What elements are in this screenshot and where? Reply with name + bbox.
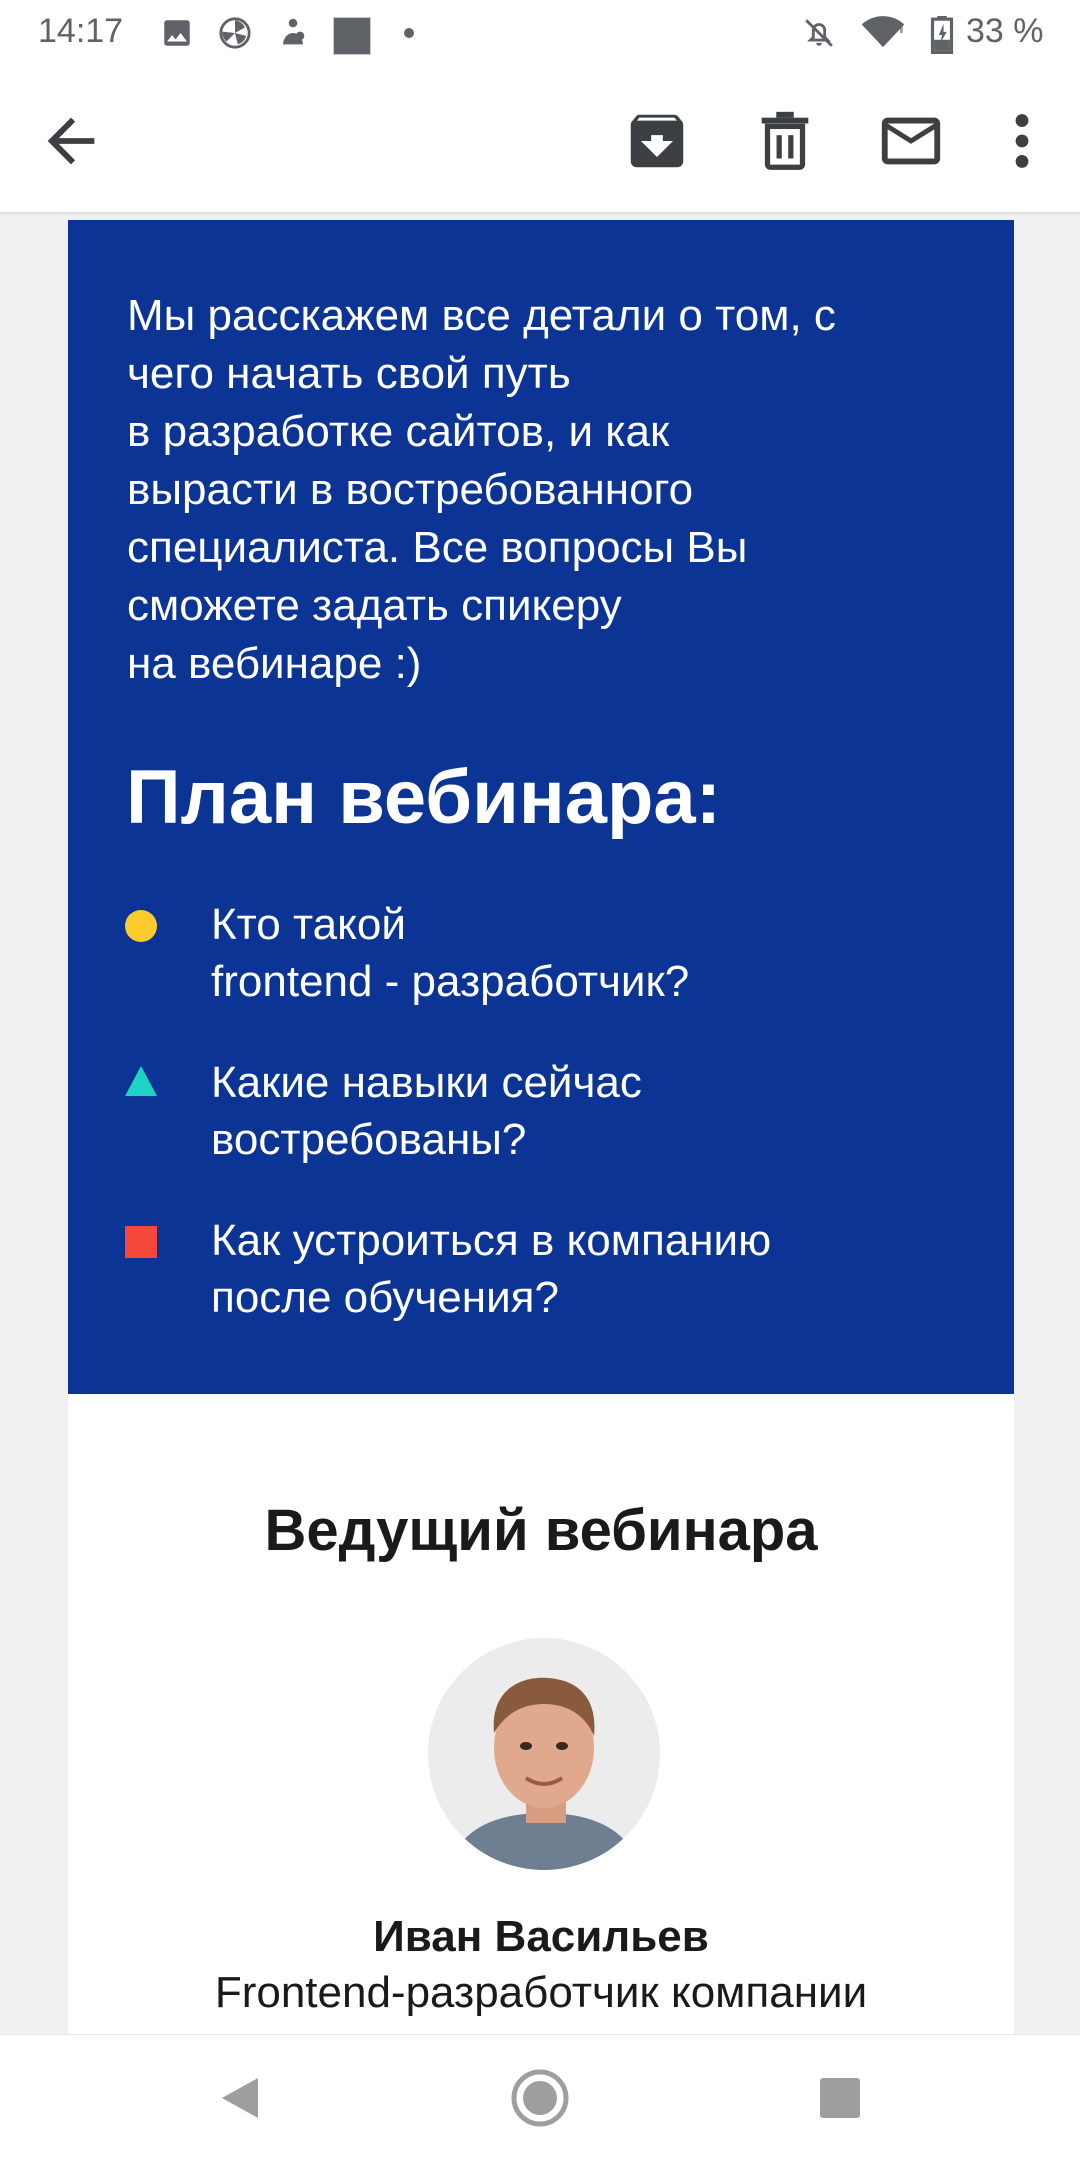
plan-item-line: востребованы? [211, 1115, 527, 1164]
battery-percentage: 33 % [966, 12, 1044, 50]
host-name: Иван Васильев [373, 1912, 709, 1961]
dot-icon [404, 28, 414, 38]
back-triangle-icon [210, 2078, 270, 2132]
delete-button[interactable] [750, 106, 820, 176]
email-scroll-area[interactable]: Мы расскажем все детали о том, с чего на… [0, 212, 1080, 2034]
status-bar: 14:17 33 % [0, 0, 1080, 70]
image-icon [160, 16, 194, 50]
host-avatar [428, 1638, 660, 1870]
more-vert-icon [1000, 106, 1044, 176]
pinwheel-icon [218, 16, 252, 50]
plan-item-text: Кто такой frontend - разработчик? [211, 896, 971, 1010]
delete-icon [750, 106, 820, 176]
intro-line: на вебинаре :) [127, 639, 422, 688]
plan-item-line: после обучения? [211, 1273, 559, 1322]
host-section-title: Ведущий вебинара [264, 1498, 818, 1563]
back-button[interactable] [36, 106, 106, 176]
nav-back-button[interactable] [210, 2068, 270, 2128]
system-nav-bar [0, 2034, 1080, 2160]
plan-item-text: Какие навыки сейчас востребованы? [211, 1054, 971, 1168]
teal-triangle-bullet-icon [125, 1066, 157, 1101]
archive-icon [622, 106, 692, 176]
archive-button[interactable] [622, 106, 692, 176]
intro-line: Мы расскажем все детали о том, с [127, 291, 836, 340]
host-role: Frontend-разработчик компании [214, 1968, 868, 2017]
plan-title: План вебинара: [126, 755, 722, 840]
status-time: 14:17 [38, 12, 124, 50]
plan-item-line: Кто такой [211, 900, 406, 949]
intro-line: в разработке сайтов, и как [127, 407, 670, 456]
email-body: Мы расскажем все детали о том, с чего на… [68, 220, 1014, 2034]
plan-item-line: frontend - разработчик? [211, 957, 690, 1006]
recents-square-icon [810, 2078, 870, 2132]
square-app-icon [332, 16, 371, 55]
notifications-off-icon [802, 16, 836, 50]
wifi-icon [860, 16, 906, 50]
nav-home-button[interactable] [510, 2068, 570, 2128]
mark-unread-icon [876, 106, 946, 176]
plan-item-line: Какие навыки сейчас [211, 1058, 642, 1107]
intro-line: вырасти в востребованного [127, 465, 694, 514]
intro-line: специалиста. Все вопросы Вы [127, 523, 748, 572]
webinar-info-block: Мы расскажем все детали о том, с чего на… [68, 220, 1014, 1394]
nav-recents-button[interactable] [810, 2068, 870, 2128]
plan-item-text: Как устроиться в компанию после обучения… [211, 1212, 971, 1326]
red-square-bullet-icon [125, 1226, 157, 1263]
battery-icon [930, 16, 954, 54]
app-notification-icon [276, 16, 310, 50]
yellow-circle-bullet-icon [125, 910, 157, 947]
home-circle-icon [510, 2069, 570, 2132]
intro-line: чего начать свой путь [127, 349, 571, 398]
back-arrow-icon [36, 106, 106, 176]
more-options-button[interactable] [1000, 106, 1044, 176]
plan-item-line: Как устроиться в компанию [211, 1216, 772, 1265]
app-bar [0, 70, 1080, 212]
mark-unread-button[interactable] [876, 106, 946, 176]
intro-line: сможете задать спикеру [127, 581, 622, 630]
intro-paragraph: Мы расскажем все детали о том, с чего на… [127, 287, 987, 693]
